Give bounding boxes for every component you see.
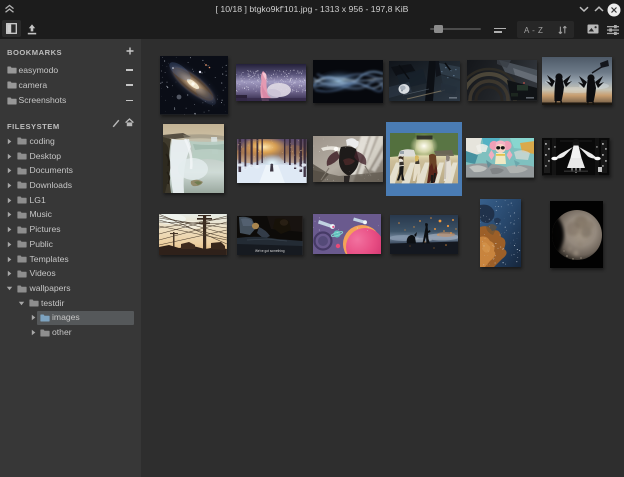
svg-text:We've got something: We've got something: [255, 248, 285, 252]
